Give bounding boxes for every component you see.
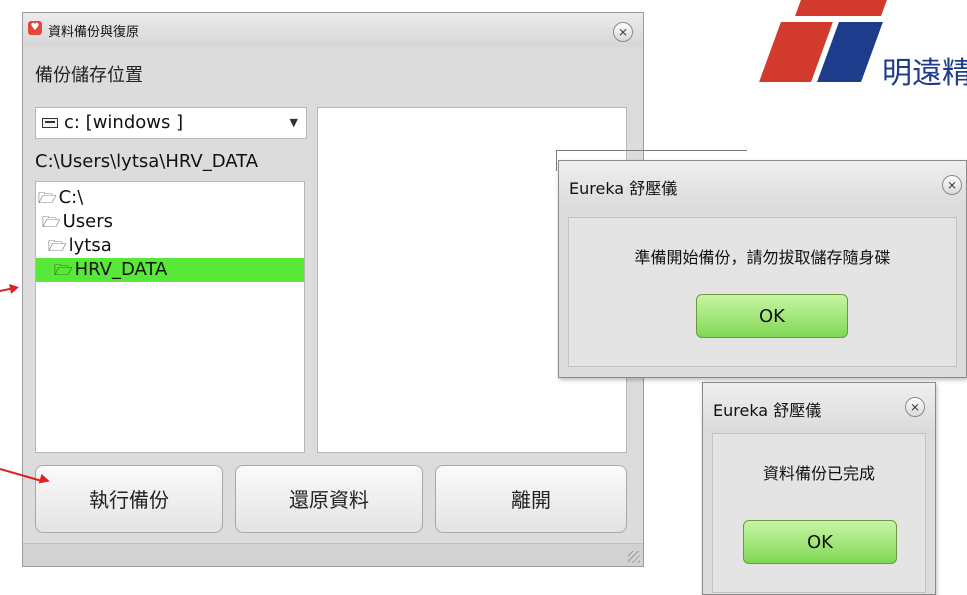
tree-item-users[interactable]: 🗁 Users (42, 210, 113, 234)
current-path: C:\Users\lytsa\HRV_DATA (35, 151, 259, 172)
app-heart-icon: ♥ (28, 21, 42, 35)
window-close-icon[interactable]: ⨯ (613, 22, 633, 42)
restore-button[interactable]: 還原資料 (235, 465, 423, 533)
dialog-close-icon[interactable]: ⨯ (905, 397, 925, 417)
backup-location-label: 備份儲存位置 (35, 65, 143, 86)
drive-select[interactable]: c: [windows ] ▼ (35, 107, 307, 139)
backup-complete-dialog: Eureka 舒壓儀 ⨯ 資料備份已完成 OK (702, 382, 936, 595)
tree-item-label: Users (62, 211, 114, 232)
backup-start-dialog: Eureka 舒壓儀 ⨯ 準備開始備份，請勿拔取儲存隨身碟 OK (558, 160, 967, 378)
window-titlebar[interactable]: ♥ 資料備份與復原 ⨯ (23, 13, 643, 47)
tree-item-hrv-data[interactable]: 🗁 HRV_DATA (36, 258, 304, 282)
tree-item-lytsa[interactable]: 🗁 lytsa (48, 234, 112, 258)
drive-icon (42, 118, 58, 128)
folder-open-icon: 🗁 (42, 213, 61, 231)
backup-restore-window: ♥ 資料備份與復原 ⨯ 備份儲存位置 c: [windows ] ▼ C:\Us… (22, 12, 644, 567)
logo-text: 明遠精 (882, 56, 967, 91)
dialog-title: Eureka 舒壓儀 (569, 179, 678, 198)
tree-item-label: C:\ (58, 187, 84, 208)
chevron-down-icon[interactable]: ▼ (290, 116, 298, 129)
dialog-titlebar[interactable]: Eureka 舒壓儀 ⨯ (559, 161, 966, 211)
backup-button[interactable]: 執行備份 (35, 465, 223, 533)
ok-button[interactable]: OK (743, 520, 897, 564)
folder-tree[interactable]: 🗁 C:\ 🗁 Users 🗁 lytsa 🗁 HRV_DATA (35, 181, 305, 453)
tree-item-label: HRV_DATA (74, 259, 168, 280)
folder-open-icon: 🗁 (48, 237, 67, 255)
dialog-close-icon[interactable]: ⨯ (942, 175, 962, 195)
tree-item-c-root[interactable]: 🗁 C:\ (38, 186, 83, 210)
ok-button[interactable]: OK (696, 294, 848, 338)
dialog-message: 資料備份已完成 (762, 464, 875, 483)
tree-item-label: lytsa (68, 235, 112, 256)
folder-open-icon: 🗁 (38, 189, 57, 207)
dialog-title: Eureka 舒壓儀 (713, 401, 822, 420)
status-bar (23, 543, 643, 566)
window-title: 資料備份與復原 (48, 25, 140, 40)
dialog-titlebar[interactable]: Eureka 舒壓儀 ⨯ (703, 383, 935, 433)
folder-open-icon: 🗁 (54, 261, 73, 279)
logo-bar-top (795, 0, 887, 16)
dialog-body: 準備開始備份，請勿拔取儲存隨身碟 OK (568, 217, 957, 367)
dialog-body: 資料備份已完成 OK (712, 433, 926, 593)
dialog-message: 準備開始備份，請勿拔取儲存隨身碟 (634, 248, 891, 267)
drive-select-value: c: [windows ] (64, 112, 184, 133)
resize-grip-icon[interactable] (628, 551, 640, 563)
exit-button[interactable]: 離開 (435, 465, 627, 533)
